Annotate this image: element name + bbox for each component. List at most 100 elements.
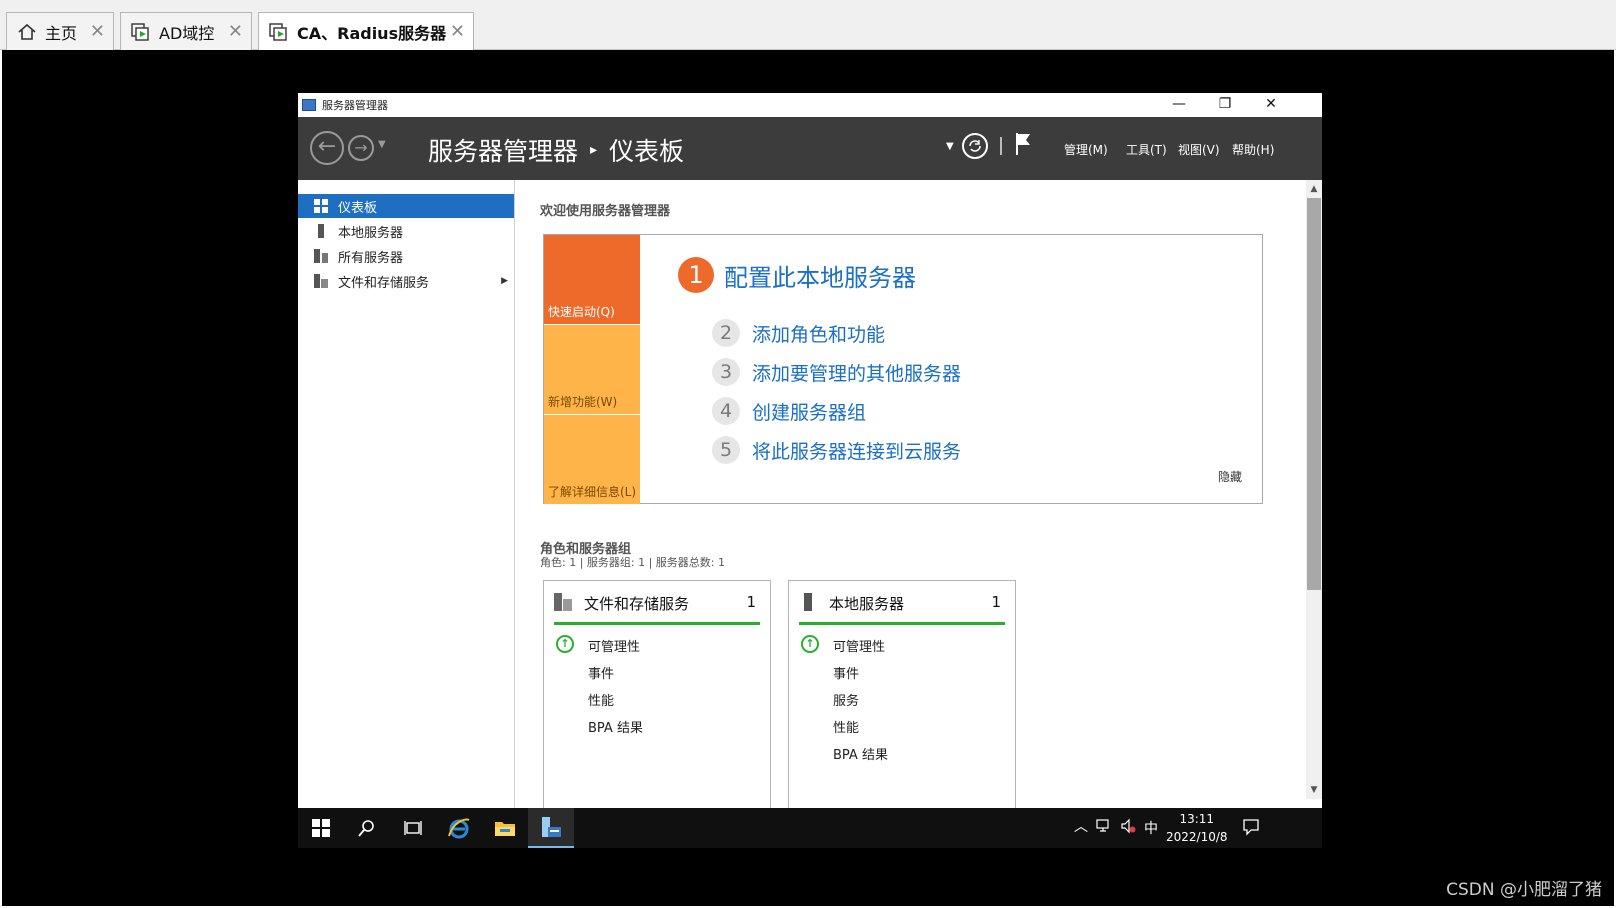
vm-tab-label: CA、Radius服务器 — [297, 23, 447, 43]
windows-taskbar: ︿ 中 13:11 2022/10/8 — [298, 808, 1322, 848]
sidebar-item-label: 仪表板 — [338, 200, 378, 216]
sidebar-item-file-storage[interactable]: 文件和存储服务 ▶ — [298, 269, 514, 293]
vm-icon — [269, 22, 289, 41]
step-connect-cloud[interactable]: 5 将此服务器连接到云服务 — [712, 436, 961, 464]
step-number: 2 — [712, 319, 740, 347]
expand-arrow-icon[interactable]: ▶ — [501, 276, 508, 286]
sidebar-item-all-servers[interactable]: 所有服务器 — [298, 244, 514, 268]
back-arrow-icon[interactable]: ← — [310, 131, 344, 165]
card-header[interactable]: 本地服务器 1 — [799, 593, 1005, 625]
flag-icon[interactable] — [1014, 131, 1034, 161]
card-title: 本地服务器 — [829, 595, 905, 613]
card-row-bpa[interactable]: BPA 结果 — [588, 717, 643, 736]
ime-indicator[interactable]: 中 — [1144, 818, 1158, 838]
vm-tab-bar: 主页 ✕ AD域控 ✕ CA、Radius服务器 ✕ — [0, 0, 1616, 50]
vm-tab-ca-radius[interactable]: CA、Radius服务器 ✕ — [258, 12, 474, 50]
close-icon[interactable]: ✕ — [228, 21, 243, 42]
breadcrumb-page: 仪表板 — [609, 137, 685, 166]
step-number: 5 — [712, 436, 740, 464]
menu-manage[interactable]: 管理(M) — [1064, 141, 1108, 158]
sidebar-item-local-server[interactable]: 本地服务器 — [298, 219, 514, 243]
step-link[interactable]: 配置此本地服务器 — [724, 258, 916, 293]
minimize-button[interactable]: — — [1156, 93, 1202, 117]
system-clock[interactable]: 13:11 2022/10/8 — [1166, 810, 1228, 846]
vm-tab-label: 主页 — [45, 23, 78, 43]
tile-label: 了解详细信息(L) — [548, 485, 637, 499]
step-link[interactable]: 将此服务器连接到云服务 — [752, 437, 961, 464]
server-manager-window: 服务器管理器 — ❐ ✕ ← → ▼ 服务器管理器 ▸ 仪表板 ▼ 管理(M) … — [298, 93, 1322, 821]
start-button[interactable] — [298, 808, 344, 848]
chevron-up-icon[interactable]: ︿ — [1074, 816, 1088, 836]
file-explorer-icon[interactable] — [482, 808, 528, 848]
network-icon[interactable] — [1096, 818, 1112, 838]
home-icon — [17, 23, 37, 41]
forward-arrow-icon[interactable]: → — [348, 135, 374, 161]
role-card-local-server[interactable]: 本地服务器 1 ↑ 可管理性 事件 服务 性能 BPA 结果 — [788, 580, 1016, 821]
notification-icon[interactable] — [1242, 818, 1260, 840]
breadcrumb-separator: ▸ — [590, 142, 598, 158]
step-number: 3 — [712, 358, 740, 386]
server-icon — [799, 593, 817, 611]
tile-quick-start[interactable]: 快速启动(Q) — [544, 235, 640, 324]
ok-status-icon: ↑ — [801, 635, 819, 653]
file-storage-icon — [554, 593, 572, 611]
sidebar-item-dashboard[interactable]: 仪表板 — [298, 194, 514, 218]
step-create-group[interactable]: 4 创建服务器组 — [712, 397, 866, 425]
window-titlebar[interactable]: 服务器管理器 — ❐ ✕ — [298, 93, 1322, 117]
vm-tab-ad[interactable]: AD域控 ✕ — [120, 12, 252, 50]
watermark: CSDN @小肥溜了猪 — [1446, 880, 1602, 900]
ie-browser-icon[interactable] — [436, 808, 482, 848]
role-card-file-storage[interactable]: 文件和存储服务 1 ↑ 可管理性 事件 性能 BPA 结果 — [543, 580, 771, 821]
servers-icon — [314, 249, 328, 263]
tile-learn-more[interactable]: 了解详细信息(L) — [544, 415, 640, 504]
step-link[interactable]: 添加角色和功能 — [752, 320, 885, 347]
refresh-icon[interactable] — [962, 133, 988, 159]
scroll-up-icon[interactable]: ▲ — [1306, 182, 1322, 196]
breadcrumb-app[interactable]: 服务器管理器 — [428, 132, 578, 168]
card-header[interactable]: 文件和存储服务 1 — [554, 593, 760, 625]
scroll-thumb[interactable] — [1307, 198, 1321, 590]
card-row-performance[interactable]: 性能 — [833, 717, 859, 736]
chevron-down-icon[interactable]: ▼ — [946, 141, 954, 152]
hide-link[interactable]: 隐藏 — [1218, 468, 1242, 485]
sidebar-item-label: 文件和存储服务 — [338, 275, 430, 291]
close-button[interactable]: ✕ — [1248, 93, 1294, 117]
sidebar: 仪表板 本地服务器 所有服务器 文件和存储服务 ▶ — [298, 180, 515, 821]
restore-button[interactable]: ❐ — [1202, 93, 1248, 117]
sidebar-item-label: 所有服务器 — [338, 250, 404, 266]
menu-tools[interactable]: 工具(T) — [1126, 141, 1167, 158]
step-link[interactable]: 添加要管理的其他服务器 — [752, 359, 961, 386]
card-row-manageability[interactable]: 可管理性 — [588, 636, 640, 655]
ok-status-icon: ↑ — [556, 635, 574, 653]
step-add-servers[interactable]: 3 添加要管理的其他服务器 — [712, 358, 961, 386]
task-view-icon[interactable] — [390, 808, 436, 848]
close-icon[interactable]: ✕ — [450, 21, 465, 42]
tile-label: 快速启动(Q) — [548, 305, 615, 319]
card-row-performance[interactable]: 性能 — [588, 690, 614, 709]
close-icon[interactable]: ✕ — [90, 21, 105, 42]
card-row-bpa[interactable]: BPA 结果 — [833, 744, 888, 763]
vm-tab-home[interactable]: 主页 ✕ — [6, 12, 114, 50]
card-row-services[interactable]: 服务 — [833, 690, 859, 709]
step-configure-local-server[interactable]: 1 配置此本地服务器 — [678, 257, 916, 293]
card-count: 1 — [746, 593, 756, 611]
scroll-down-icon[interactable]: ▼ — [1306, 783, 1322, 797]
step-add-roles[interactable]: 2 添加角色和功能 — [712, 319, 885, 347]
vertical-scrollbar[interactable]: ▲ ▼ — [1306, 180, 1322, 799]
chevron-down-icon[interactable]: ▼ — [378, 139, 386, 150]
volume-muted-icon[interactable] — [1120, 818, 1136, 838]
search-icon[interactable] — [344, 808, 390, 848]
step-link[interactable]: 创建服务器组 — [752, 398, 866, 425]
file-storage-icon — [314, 274, 328, 288]
card-row-events[interactable]: 事件 — [833, 663, 859, 682]
welcome-panel: 快速启动(Q) 新增功能(W) 了解详细信息(L) 1 配置此本地服务器 2 添… — [543, 234, 1263, 504]
tile-whats-new[interactable]: 新增功能(W) — [544, 325, 640, 414]
server-manager-taskbar-icon[interactable] — [528, 808, 574, 848]
clock-date: 2022/10/8 — [1166, 830, 1228, 844]
card-row-events[interactable]: 事件 — [588, 663, 614, 682]
menu-view[interactable]: 视图(V) — [1178, 141, 1220, 158]
sidebar-item-label: 本地服务器 — [338, 225, 404, 241]
server-manager-icon — [302, 99, 316, 111]
card-row-manageability[interactable]: 可管理性 — [833, 636, 885, 655]
menu-help[interactable]: 帮助(H) — [1232, 141, 1274, 158]
